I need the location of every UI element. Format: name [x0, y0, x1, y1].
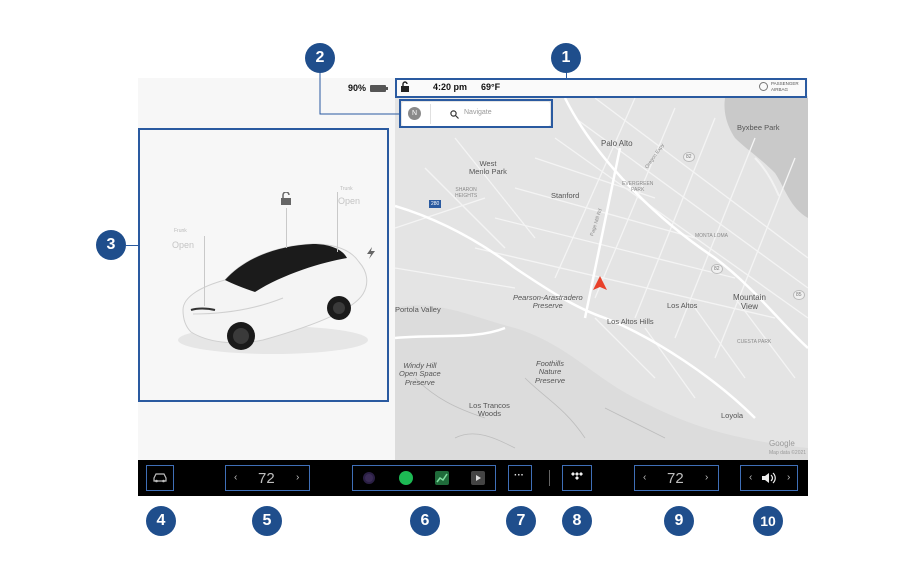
more-apps-button[interactable]: ··· — [508, 465, 532, 491]
energy-app-icon[interactable] — [435, 471, 449, 485]
callout-9: 9 — [664, 506, 694, 536]
map-label-monta-loma: MONTA LOMA — [695, 233, 728, 239]
car-button[interactable] — [146, 465, 174, 491]
taskbar-divider — [549, 470, 550, 486]
callout-7: 7 — [506, 506, 536, 536]
map-label-sharon-heights: SHARON HEIGHTS — [455, 187, 478, 199]
map-label-mountain-view: Mountain View — [733, 293, 766, 311]
callout-1: 1 — [551, 43, 581, 73]
map-label-foothills: Foothills Nature Preserve — [535, 359, 566, 385]
passenger-temp-value: 72 — [667, 470, 684, 487]
map-label-pearson: Pearson-Arastradero Preserve — [513, 293, 583, 311]
more-icon: ··· — [514, 470, 524, 481]
highlight-navigate-bar — [399, 99, 553, 128]
camera-app-icon[interactable] — [363, 472, 375, 484]
callout-1-leader — [566, 72, 567, 79]
passenger-temp-up-button[interactable]: › — [705, 472, 708, 483]
map-label-cuesta-park: CUESTA PARK — [737, 339, 772, 345]
driver-temp-value: 72 — [258, 470, 275, 487]
highlight-car-panel — [138, 128, 389, 402]
map-label-west-menlo-park: West Menlo Park — [469, 159, 507, 177]
map-view[interactable]: Byxbee Park Palo Alto West Menlo Park SH… — [395, 78, 808, 460]
map-data-attribution: Map data ©2021 — [769, 450, 807, 456]
callout-3-leader — [126, 245, 138, 246]
shield-280: 280 — [429, 200, 442, 208]
map-label-evergreen-park: EVERGREEN PARK — [622, 181, 654, 193]
callout-8: 8 — [562, 506, 592, 536]
map-google-logo: Google — [769, 439, 795, 448]
map-label-palo-alto: Palo Alto — [601, 139, 633, 148]
map-label-los-trancos: Los Trancos Woods — [469, 401, 510, 419]
recent-app-button[interactable] — [562, 465, 592, 491]
shield-82-a: 82 — [711, 264, 723, 274]
driver-temp-control: ‹ 72 › — [225, 465, 310, 491]
map-label-los-altos-hills: Los Altos Hills — [607, 317, 654, 326]
map-label-los-altos: Los Altos — [667, 301, 698, 310]
tidal-app-icon — [571, 472, 583, 480]
volume-control: ‹ › — [740, 465, 798, 491]
callout-3: 3 — [96, 230, 126, 260]
app-launcher — [352, 465, 496, 491]
speaker-icon[interactable] — [761, 472, 777, 484]
car-icon — [153, 473, 167, 483]
passenger-temp-control: ‹ 72 › — [634, 465, 719, 491]
map-label-windy-hill: Windy Hill Open Space Preserve — [399, 361, 441, 387]
spotify-app-icon[interactable] — [399, 471, 413, 485]
callout-4: 4 — [146, 506, 176, 536]
highlight-status-bar — [395, 78, 807, 98]
callout-2: 2 — [305, 43, 335, 73]
driver-temp-up-button[interactable]: › — [296, 472, 299, 483]
map-roads — [395, 97, 808, 460]
map-label-byxbee-park: Byxbee Park — [737, 123, 780, 132]
map-label-stanford: Stanford — [551, 191, 580, 200]
map-label-loyola: Loyola — [721, 411, 744, 420]
callout-10: 10 — [753, 506, 783, 536]
bottom-taskbar: ‹ 72 › ··· ‹ 72 › ‹ › — [138, 460, 808, 496]
theater-app-icon[interactable] — [471, 471, 485, 485]
callout-6: 6 — [410, 506, 440, 536]
volume-down-button[interactable]: ‹ — [749, 472, 752, 483]
passenger-temp-down-button[interactable]: ‹ — [643, 472, 646, 483]
shield-82-b: 82 — [683, 152, 695, 162]
callout-2-leader — [319, 70, 400, 115]
shield-85: 85 — [793, 290, 805, 300]
callout-5: 5 — [252, 506, 282, 536]
driver-temp-down-button[interactable]: ‹ — [234, 472, 237, 483]
volume-up-button[interactable]: › — [787, 472, 790, 483]
map-label-portola-valley: Portola Valley — [395, 305, 441, 314]
